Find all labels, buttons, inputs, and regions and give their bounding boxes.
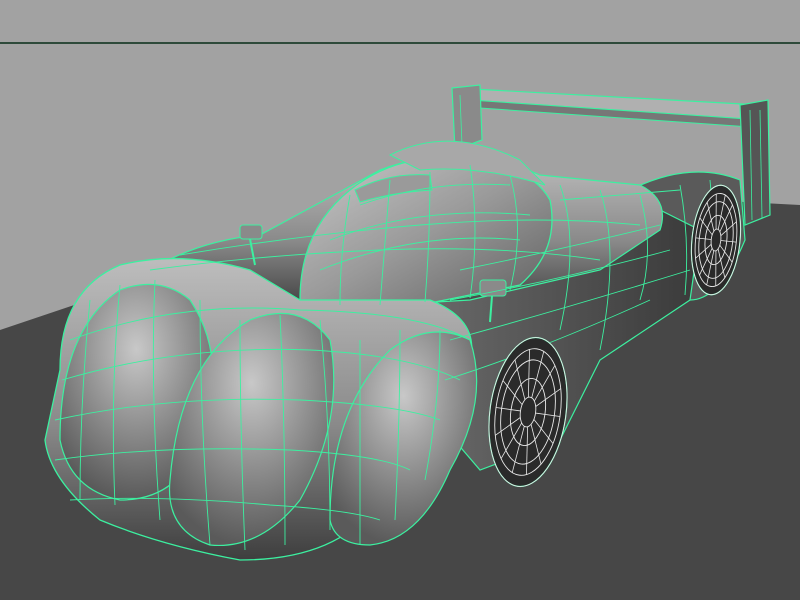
scene-canvas[interactable] — [0, 0, 800, 600]
maya-perspective-viewport[interactable] — [0, 0, 800, 600]
